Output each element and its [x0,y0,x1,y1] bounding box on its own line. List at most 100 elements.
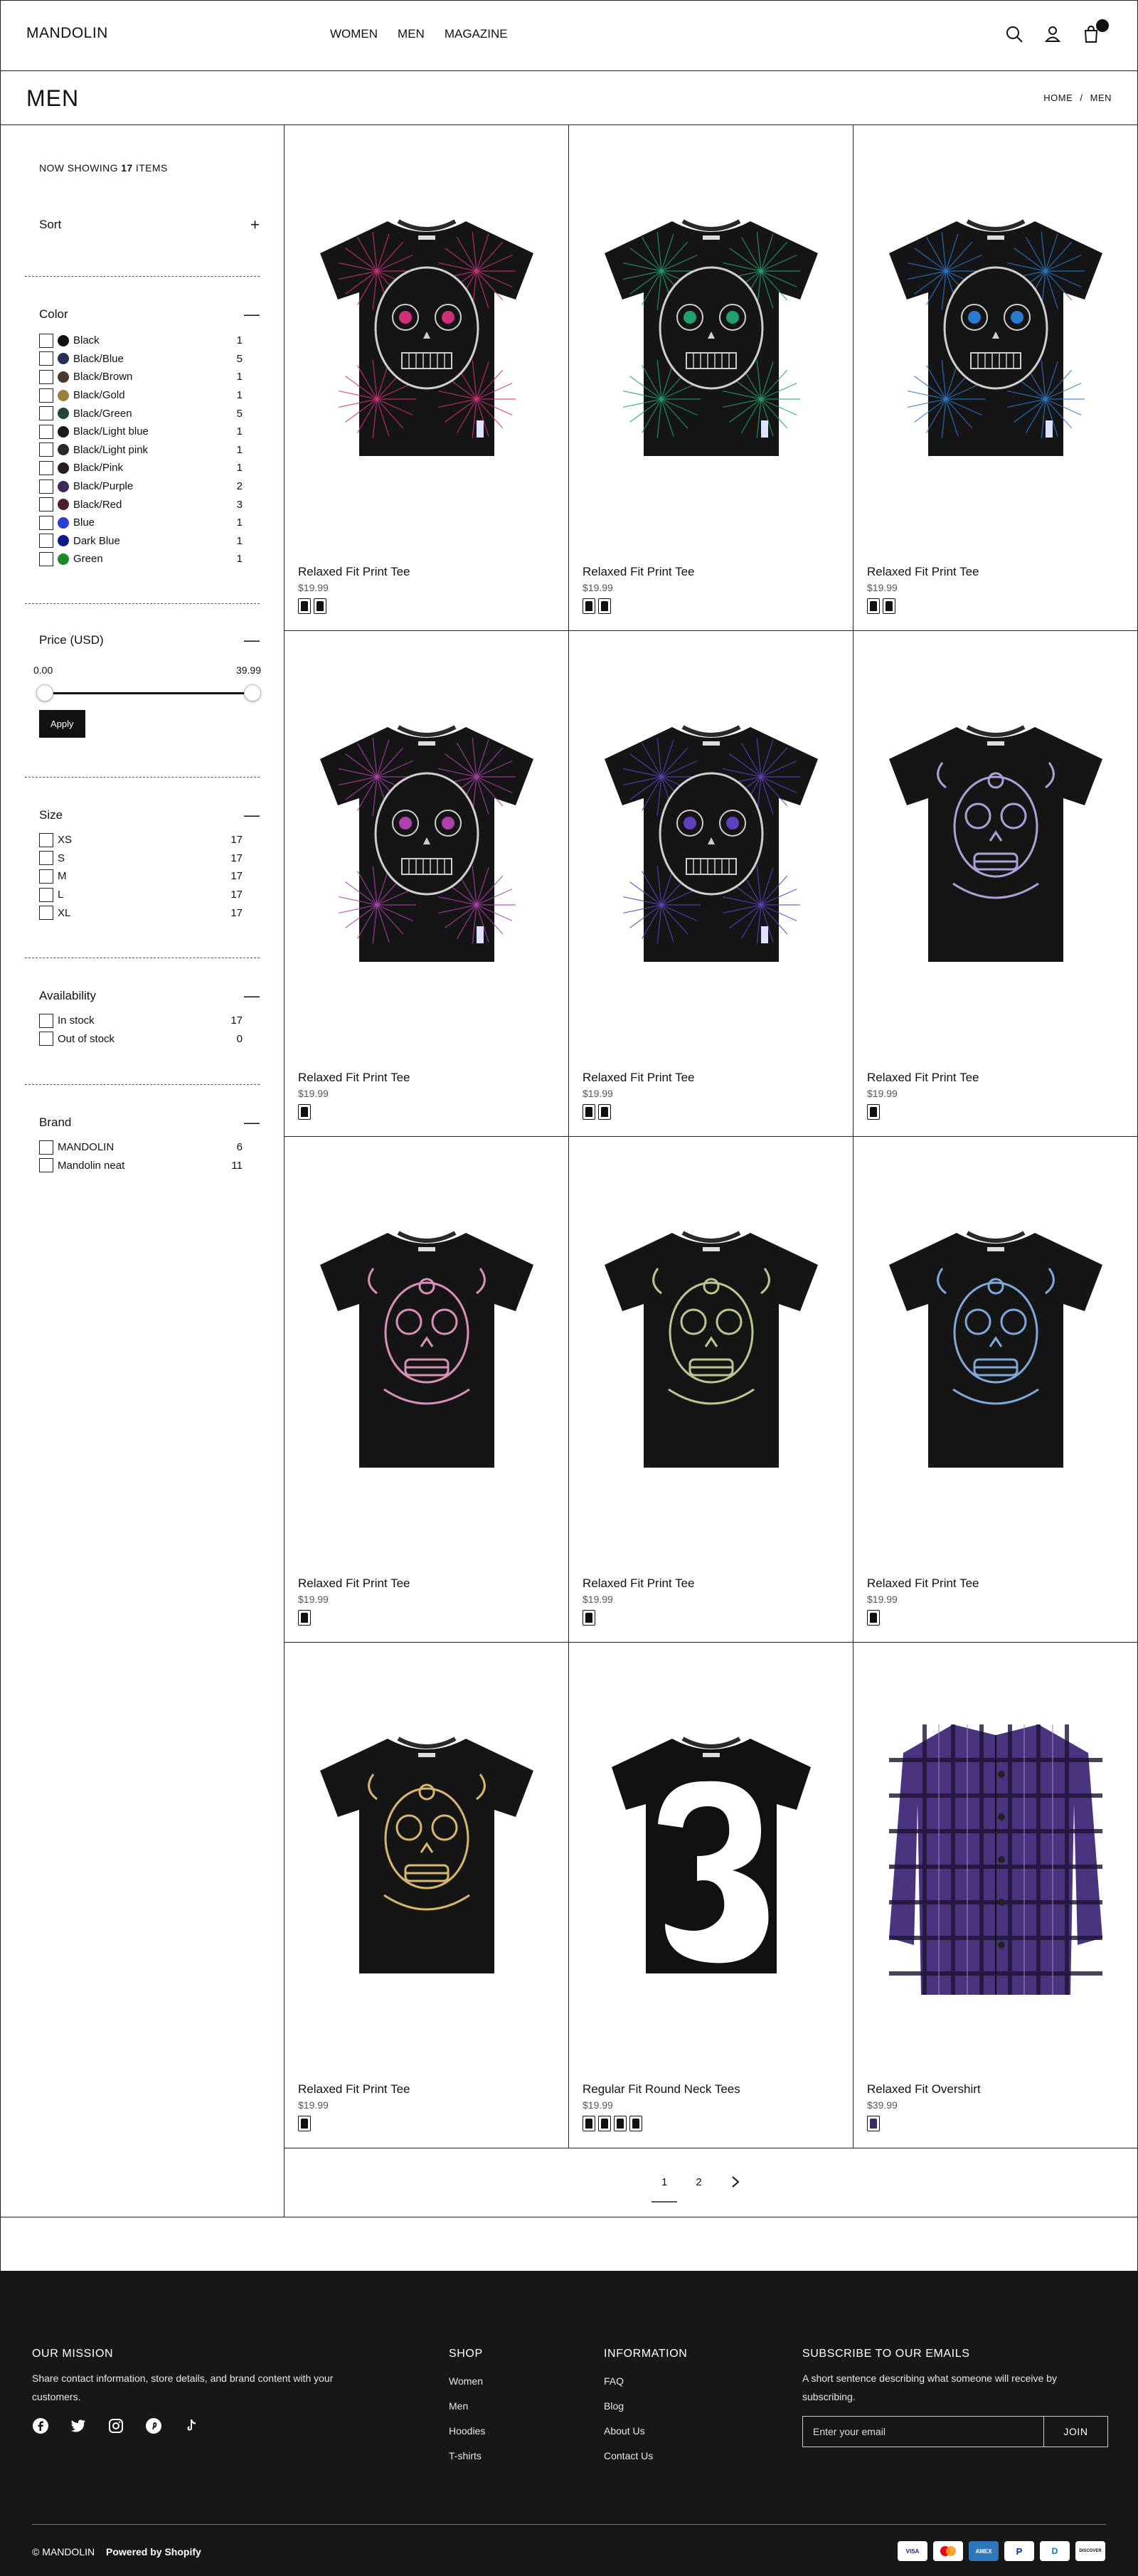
size-filter-header[interactable]: Size — [39,807,260,824]
variant-swatch[interactable] [598,1104,611,1120]
nav-magazine[interactable]: MAGAZINE [445,27,508,41]
nav-men[interactable]: MEN [398,27,425,41]
variant-swatch[interactable] [867,1610,880,1626]
variant-swatch[interactable] [298,598,311,614]
product-image[interactable] [569,125,853,545]
minus-icon[interactable]: — [244,988,260,1004]
filter-option[interactable]: Black/Light blue 1 [39,423,260,441]
checkbox[interactable] [39,515,53,530]
product-title[interactable]: Relaxed Fit Print Tee [867,565,979,579]
filter-option[interactable]: Black/Green 5 [39,404,260,423]
product-card[interactable]: Relaxed Fit Overshirt $39.99 [854,1643,1138,2148]
footer-link-contact[interactable]: Contact Us [604,2444,687,2469]
checkbox[interactable] [39,442,53,457]
variant-swatch[interactable] [598,598,611,614]
checkbox[interactable] [39,351,53,366]
minus-icon[interactable]: — [244,632,260,648]
footer-link-hoodies[interactable]: Hoodies [449,2419,485,2444]
variant-swatch[interactable] [867,1104,880,1120]
sort-header[interactable]: Sort + [39,216,260,233]
product-card[interactable]: Regular Fit Round Neck Tees $19.99 [569,1643,854,2148]
tiktok-icon[interactable] [183,2417,203,2437]
availability-filter-header[interactable]: Availability — [39,987,260,1005]
account-icon[interactable] [1042,23,1063,45]
variant-swatch[interactable] [583,1104,595,1120]
filter-option[interactable]: Black 1 [39,332,260,350]
filter-option[interactable]: Out of stock 0 [39,1030,260,1049]
filter-option[interactable]: L 17 [39,886,260,904]
product-card[interactable]: Relaxed Fit Print Tee $19.99 [569,1137,854,1643]
product-card[interactable]: Relaxed Fit Print Tee $19.99 [284,1137,569,1643]
checkbox[interactable] [39,869,53,884]
slider-min-handle[interactable] [36,684,53,701]
checkbox[interactable] [39,1013,53,1028]
variant-swatch[interactable] [314,598,326,614]
footer-link-men[interactable]: Men [449,2394,485,2419]
filter-option[interactable]: Dark Blue 1 [39,532,260,551]
footer-link-tshirts[interactable]: T-shirts [449,2444,485,2469]
filter-option[interactable]: Black/Red 3 [39,495,260,514]
product-title[interactable]: Regular Fit Round Neck Tees [583,2082,740,2097]
checkbox[interactable] [39,534,53,548]
variant-swatch[interactable] [583,1610,595,1626]
checkbox[interactable] [39,333,53,348]
product-title[interactable]: Relaxed Fit Print Tee [298,565,410,579]
variant-swatch[interactable] [883,598,895,614]
checkbox[interactable] [39,1140,53,1155]
page-1-link[interactable]: 1 [651,2176,679,2203]
product-image[interactable] [569,1643,853,2062]
site-logo[interactable]: MANDOLIN [26,25,108,42]
product-image[interactable] [854,125,1137,545]
twitter-icon[interactable] [70,2417,90,2437]
filter-option[interactable]: Mandolin neat 11 [39,1157,260,1175]
filter-option[interactable]: Black/Gold 1 [39,386,260,405]
product-title[interactable]: Relaxed Fit Print Tee [867,1576,979,1591]
page-2-link[interactable]: 2 [696,2176,701,2188]
variant-swatch[interactable] [298,2116,311,2131]
filter-option[interactable]: Black/Purple 2 [39,477,260,496]
filter-option[interactable]: Black/Pink 1 [39,459,260,477]
checkbox[interactable] [39,497,53,512]
minus-icon[interactable]: — [244,1115,260,1130]
facebook-icon[interactable] [32,2417,52,2437]
variant-swatch[interactable] [583,2116,595,2131]
search-icon[interactable] [1004,23,1025,45]
checkbox[interactable] [39,479,53,494]
slider-max-handle[interactable] [244,684,261,701]
filter-option[interactable]: Green 1 [39,550,260,568]
product-card[interactable]: Relaxed Fit Print Tee $19.99 [569,125,854,631]
filter-option[interactable]: XS 17 [39,831,260,849]
filter-option[interactable]: Blue 1 [39,514,260,532]
footer-link-blog[interactable]: Blog [604,2394,687,2419]
filter-option[interactable]: MANDOLIN 6 [39,1138,260,1157]
filter-option[interactable]: XL 17 [39,903,260,922]
filter-option[interactable]: Black/Blue 5 [39,350,260,369]
product-title[interactable]: Relaxed Fit Print Tee [298,1576,410,1591]
checkbox[interactable] [39,1032,53,1046]
product-image[interactable] [854,631,1137,1051]
product-card[interactable]: Relaxed Fit Print Tee $19.99 [854,631,1138,1137]
product-card[interactable]: Relaxed Fit Print Tee $19.99 [284,125,569,631]
cart-icon[interactable] [1080,19,1109,45]
checkbox[interactable] [39,388,53,403]
checkbox[interactable] [39,1158,53,1173]
product-image[interactable] [854,1137,1137,1557]
price-filter-header[interactable]: Price (USD) — [39,632,260,649]
product-card[interactable]: Relaxed Fit Print Tee $19.99 [284,1643,569,2148]
minus-icon[interactable]: — [244,807,260,823]
filter-option[interactable]: In stock 17 [39,1012,260,1030]
variant-swatch[interactable] [867,2116,880,2131]
nav-women[interactable]: WOMEN [330,27,378,41]
filter-option[interactable]: Black/Brown 1 [39,368,260,386]
checkbox[interactable] [39,906,53,921]
checkbox[interactable] [39,887,53,902]
minus-icon[interactable]: — [244,307,260,322]
product-title[interactable]: Relaxed Fit Overshirt [867,2082,981,2097]
product-card[interactable]: Relaxed Fit Print Tee $19.99 [569,631,854,1137]
product-image[interactable] [569,631,853,1051]
checkbox[interactable] [39,832,53,847]
product-image[interactable] [569,1137,853,1557]
footer-link-faq[interactable]: FAQ [604,2369,687,2394]
filter-option[interactable]: Black/Light pink 1 [39,441,260,460]
variant-swatch[interactable] [298,1104,311,1120]
